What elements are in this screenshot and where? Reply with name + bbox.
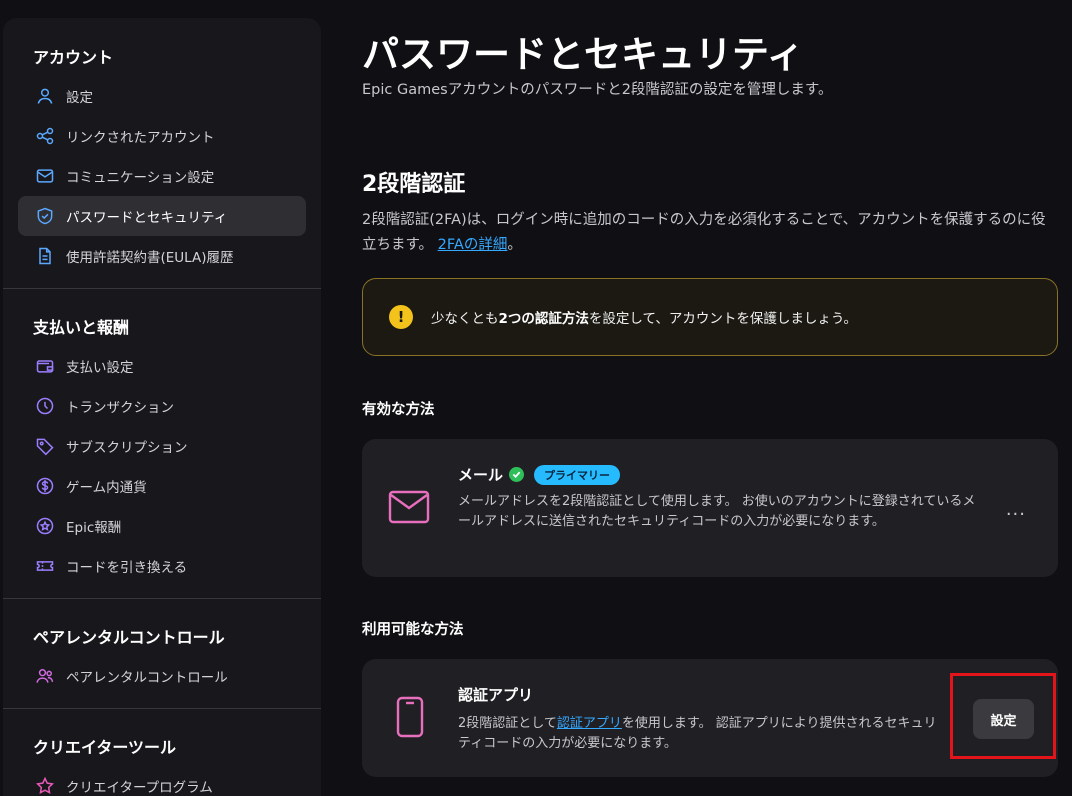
sidebar-section-title: 支払いと報酬 xyxy=(33,318,130,337)
sidebar-item-parental-controls[interactable]: ペアレンタルコントロール xyxy=(18,656,306,696)
sidebar-item-label: 設定 xyxy=(66,90,93,106)
warning-icon: ! xyxy=(389,305,413,329)
check-icon xyxy=(509,467,525,482)
mail-icon xyxy=(34,165,56,187)
sidebar-item-label: ゲーム内通貨 xyxy=(66,480,147,496)
clock-icon xyxy=(34,395,56,417)
sidebar-item-label: 使用許諾契約書(EULA)履歴 xyxy=(66,250,234,266)
twofa-description: 2段階認証(2FA)は、ログイン時に追加のコードの入力を必須化することで、アカウ… xyxy=(362,208,1058,258)
sidebar-item-in-game-currency[interactable]: ゲーム内通貨 xyxy=(18,466,306,506)
sidebar-item-epic-rewards[interactable]: Epic報酬 xyxy=(18,506,306,546)
sidebar-section-creator: クリエイターツール クリエイタープログラム xyxy=(3,709,321,796)
available-methods-heading: 利用可能な方法 xyxy=(362,622,464,638)
wallet-icon xyxy=(34,355,56,377)
sidebar-item-password-security[interactable]: パスワードとセキュリティ xyxy=(18,196,306,236)
sidebar-section-payments: 支払いと報酬 支払い設定 トランザクション サブスクリプション ゲーム内通貨 E… xyxy=(3,289,321,586)
email-method-card: メール プライマリー メールアドレスを2段階認証として使用します。 お使いのアカ… xyxy=(362,439,1058,577)
people-icon xyxy=(34,665,56,687)
sidebar-item-label: パスワードとセキュリティ xyxy=(66,210,228,226)
highlight-box xyxy=(950,673,1056,759)
sidebar-section-parental: ペアレンタルコントロール ペアレンタルコントロール xyxy=(3,599,321,696)
warning-text-prefix: 少なくとも xyxy=(431,311,499,327)
sidebar-item-label: トランザクション xyxy=(66,400,174,416)
sidebar-item-label: コミュニケーション設定 xyxy=(66,170,215,186)
shield-icon xyxy=(34,205,56,227)
warning-banner: ! 少なくとも2つの認証方法を設定して、アカウントを保護しましょう。 xyxy=(362,278,1058,356)
star-icon xyxy=(34,515,56,537)
email-method-description: メールアドレスを2段階認証として使用します。 お使いのアカウントに登録されている… xyxy=(458,494,976,529)
sidebar-section-title: クリエイターツール xyxy=(33,738,177,757)
sidebar-item-label: コードを引き換える xyxy=(66,560,188,576)
ticket-icon xyxy=(34,555,56,577)
sidebar: アカウント 設定 リンクされたアカウント コミュニケーション設定 パスワードとセ… xyxy=(3,18,321,796)
page-subtitle: Epic Gamesアカウントのパスワードと2段階認証の設定を管理します。 xyxy=(362,82,833,98)
sidebar-item-creator-program[interactable]: クリエイタープログラム xyxy=(18,766,306,796)
share-icon xyxy=(34,125,56,147)
sidebar-item-label: Epic報酬 xyxy=(66,520,122,536)
sidebar-item-linked-accounts[interactable]: リンクされたアカウント xyxy=(18,116,306,156)
sidebar-item-label: リンクされたアカウント xyxy=(66,130,215,146)
sidebar-item-label: クリエイタープログラム xyxy=(66,780,213,796)
star-icon xyxy=(34,775,56,796)
sidebar-item-label: ペアレンタルコントロール xyxy=(66,670,228,686)
sidebar-section-title: ペアレンタルコントロール xyxy=(33,628,225,647)
sidebar-item-subscriptions[interactable]: サブスクリプション xyxy=(18,426,306,466)
sidebar-section-account: アカウント 設定 リンクされたアカウント コミュニケーション設定 パスワードとセ… xyxy=(3,18,321,276)
email-method-title-text: メール xyxy=(458,466,504,484)
email-method-title: メール プライマリー xyxy=(458,464,621,485)
sidebar-item-payment-settings[interactable]: 支払い設定 xyxy=(18,346,306,386)
user-icon xyxy=(34,85,56,107)
sidebar-item-label: 支払い設定 xyxy=(66,360,134,376)
mail-icon xyxy=(388,490,430,528)
page-title: パスワードとセキュリティ xyxy=(362,33,804,76)
primary-badge: プライマリー xyxy=(534,464,621,485)
warning-text-suffix: を設定して、アカウントを保護しましょう。 xyxy=(588,311,858,327)
sidebar-section-title: アカウント xyxy=(33,48,114,67)
twofa-description-end: 。 xyxy=(507,237,522,253)
document-icon xyxy=(34,245,56,267)
twofa-section-title: 2段階認証 xyxy=(362,172,466,197)
sidebar-item-label: サブスクリプション xyxy=(66,440,188,456)
sidebar-item-communication[interactable]: コミュニケーション設定 xyxy=(18,156,306,196)
auth-app-desc-prefix: 2段階認証として xyxy=(458,716,557,731)
more-options-icon[interactable]: ... xyxy=(1006,499,1026,520)
sidebar-item-eula-history[interactable]: 使用許諾契約書(EULA)履歴 xyxy=(18,236,306,276)
sidebar-item-settings[interactable]: 設定 xyxy=(18,76,306,116)
tag-icon xyxy=(34,435,56,457)
auth-app-title: 認証アプリ xyxy=(458,686,534,704)
twofa-details-link[interactable]: 2FAの詳細 xyxy=(438,237,508,253)
active-methods-heading: 有効な方法 xyxy=(362,402,435,418)
sidebar-item-redeem-code[interactable]: コードを引き換える xyxy=(18,546,306,586)
smartphone-icon xyxy=(396,696,424,742)
auth-app-link[interactable]: 認証アプリ xyxy=(557,716,622,731)
warning-text: 少なくとも2つの認証方法を設定して、アカウントを保護しましょう。 xyxy=(431,307,857,327)
warning-text-bold: 2つの認証方法 xyxy=(498,311,589,327)
dollar-icon xyxy=(34,475,56,497)
sidebar-item-transactions[interactable]: トランザクション xyxy=(18,386,306,426)
auth-app-description: 2段階認証として認証アプリを使用します。 認証アプリにより提供されるセキュリティ… xyxy=(458,714,948,754)
